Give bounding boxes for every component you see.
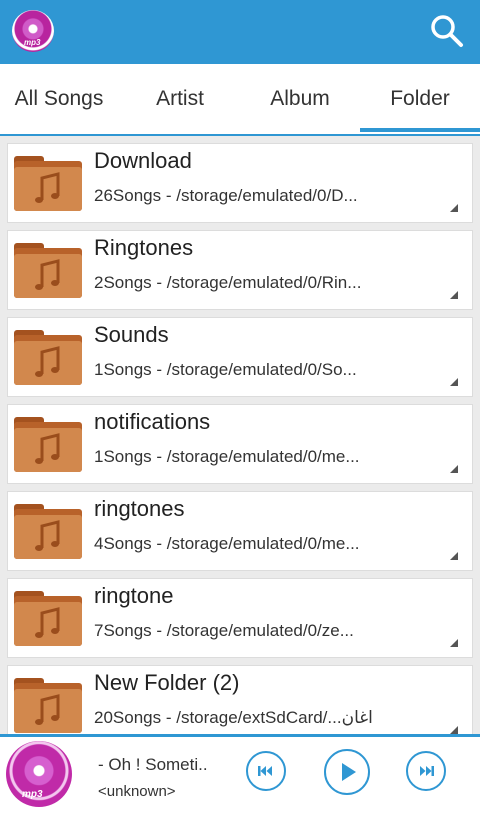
folder-name: ringtone xyxy=(94,583,174,608)
music-folder-icon xyxy=(14,330,82,385)
folder-details: 1Songs - /storage/emulated/0/me... xyxy=(94,447,360,466)
corner-indicator-icon xyxy=(450,552,458,560)
corner-indicator-icon xyxy=(450,378,458,386)
previous-button[interactable] xyxy=(246,751,286,791)
app-logo-text: mp3 xyxy=(24,38,41,47)
music-folder-icon xyxy=(14,417,82,472)
folder-item[interactable]: Ringtones 2Songs - /storage/emulated/0/R… xyxy=(7,230,473,310)
music-folder-icon xyxy=(14,678,82,733)
music-folder-icon xyxy=(14,156,82,211)
folder-item[interactable]: Sounds 1Songs - /storage/emulated/0/So..… xyxy=(7,317,473,397)
folder-name: New Folder (2) xyxy=(94,670,240,695)
play-icon xyxy=(342,763,356,781)
corner-indicator-icon xyxy=(450,204,458,212)
folder-details: 1Songs - /storage/emulated/0/So... xyxy=(94,360,357,379)
tab-folder[interactable]: Folder xyxy=(360,64,480,134)
track-title: - Oh ! Someti.. xyxy=(98,755,208,774)
folder-details: 26Songs - /storage/emulated/0/D... xyxy=(94,186,358,205)
folder-name: notifications xyxy=(94,409,211,434)
folder-item[interactable]: New Folder (2) 20Songs - /storage/extSdC… xyxy=(7,665,473,734)
selected-tab-indicator xyxy=(360,128,480,132)
corner-indicator-icon xyxy=(450,726,458,734)
mini-player: mp3 - Oh ! Someti.. <unknown> xyxy=(0,737,480,817)
track-artist: <unknown> xyxy=(98,783,176,800)
skip-previous-icon xyxy=(258,766,272,776)
folder-details: 2Songs - /storage/emulated/0/Rin... xyxy=(94,273,362,292)
play-button[interactable] xyxy=(324,749,370,795)
folder-list[interactable]: Download 26Songs - /storage/emulated/0/D… xyxy=(0,138,480,734)
folder-item[interactable]: ringtone 7Songs - /storage/emulated/0/ze… xyxy=(7,578,473,658)
tab-bar: All Songs Artist Album Folder xyxy=(0,64,480,136)
music-folder-icon xyxy=(14,591,82,646)
search-icon xyxy=(431,15,463,47)
folder-name: Download xyxy=(94,148,192,173)
tab-all-songs[interactable]: All Songs xyxy=(0,64,118,134)
tab-album[interactable]: Album xyxy=(240,64,360,134)
skip-next-icon xyxy=(420,766,434,776)
music-folder-icon xyxy=(14,504,82,559)
corner-indicator-icon xyxy=(450,291,458,299)
folder-details: 4Songs - /storage/emulated/0/me... xyxy=(94,534,360,553)
folder-item[interactable]: ringtones 4Songs - /storage/emulated/0/m… xyxy=(7,491,473,571)
folder-name: Sounds xyxy=(94,322,169,347)
corner-indicator-icon xyxy=(450,639,458,647)
album-art-text: mp3 xyxy=(22,789,43,800)
app-bar: mp3 xyxy=(0,0,480,64)
search-button[interactable] xyxy=(428,12,466,50)
music-folder-icon xyxy=(14,243,82,298)
next-button[interactable] xyxy=(406,751,446,791)
folder-details: 20Songs - /storage/extSdCard/...اغان xyxy=(94,708,373,727)
folder-name: Ringtones xyxy=(94,235,194,260)
folder-name: ringtones xyxy=(94,496,185,521)
folder-item[interactable]: notifications 1Songs - /storage/emulated… xyxy=(7,404,473,484)
tab-artist[interactable]: Artist xyxy=(120,64,240,134)
folder-item[interactable]: Download 26Songs - /storage/emulated/0/D… xyxy=(7,143,473,223)
corner-indicator-icon xyxy=(450,465,458,473)
folder-details: 7Songs - /storage/emulated/0/ze... xyxy=(94,621,354,640)
